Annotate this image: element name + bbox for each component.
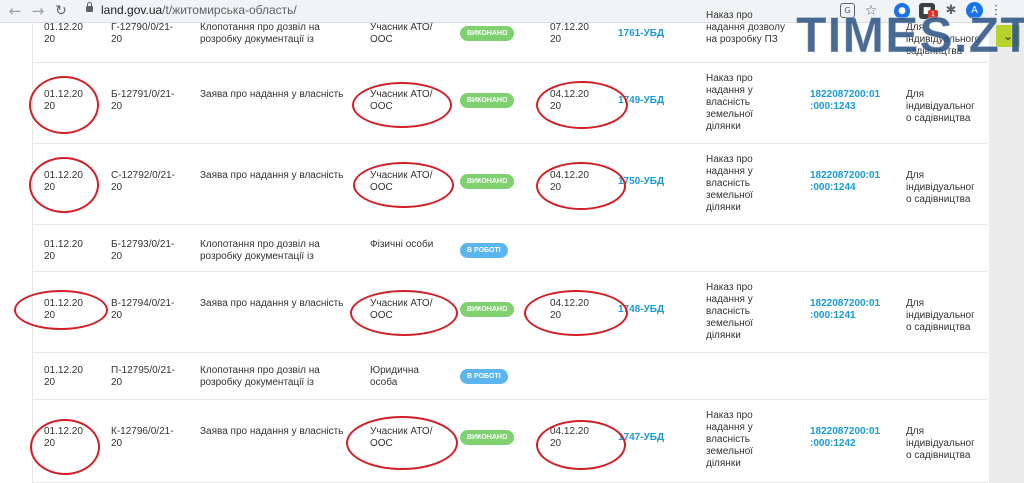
decision-text: Наказ про надання у власність земельної … [706, 154, 754, 213]
application-type: Заява про надання у власність [200, 89, 344, 100]
application-number: В-12794/0/21- 20 [111, 298, 175, 321]
application-number: С-12792/0/21- 20 [111, 170, 175, 193]
application-date: 01.12.20 20 [44, 22, 83, 45]
application-type: Заява про надання у власність [200, 170, 344, 181]
applicant-category: Учасник АТО/ ООС [370, 426, 433, 449]
applicant-category: Учасник АТО/ ООС [370, 22, 433, 45]
decision-text: Наказ про надання у власність земельної … [706, 282, 754, 341]
status-cell: ВИКОНАНО [460, 93, 515, 108]
cadastre-number[interactable]: 1822087200:01 :000:1244 [810, 170, 895, 194]
table-row: 01.12.20 20 Б-12791/0/21- 20 Заява про над… [33, 63, 988, 144]
status-cell: В РОБОТІ [460, 243, 508, 258]
applicant-category: Учасник АТО/ ООС [370, 170, 433, 193]
applicant-category: Фізичні особи [370, 239, 434, 250]
decision-text: Наказ про надання у власність земельної … [706, 410, 754, 469]
table-row: 01.12.20 20 В-12794/0/21- 20 Заява про над… [33, 272, 988, 353]
table-row: 01.12.20 20 С-12792/0/21- 20 Заява про над… [33, 144, 988, 225]
decision-date: 04.12.20 20 [550, 170, 589, 193]
document-number[interactable]: 1761-УБД [618, 28, 664, 40]
decision-date: 04.12.20 20 [550, 426, 589, 449]
application-number: Б-12793/0/21- 20 [111, 239, 175, 262]
land-purpose: Для індивідуальног о садівництва [906, 170, 975, 205]
application-date: 01.12.20 20 [44, 365, 83, 388]
decision-date: 07.12.20 20 [550, 22, 589, 45]
side-strip [989, 22, 1024, 483]
document-number[interactable]: 1749-УБД [618, 95, 664, 107]
status-badge: ВИКОНАНО [460, 93, 515, 108]
application-date: 01.12.20 20 [44, 426, 83, 449]
decision-date: 04.12.20 20 [550, 89, 589, 112]
status-badge: В РОБОТІ [460, 243, 508, 258]
application-number: П-12795/0/21- 20 [111, 365, 175, 388]
land-purpose: Для індивідуальног о садівництва [906, 298, 975, 333]
watermark-logo: TIMES.ZT [796, 7, 1024, 64]
application-type: Заява про надання у власність [200, 298, 344, 309]
application-date: 01.12.20 20 [44, 89, 83, 112]
status-cell: ВИКОНАНО [460, 174, 515, 189]
application-type: Заява про надання у власність [200, 426, 344, 437]
status-badge: ВИКОНАНО [460, 430, 515, 445]
decision-text: Наказ про надання дозволу на розробку ПЗ [706, 10, 785, 45]
application-number: К-12796/0/21- 20 [111, 426, 174, 449]
cadastre-number[interactable]: 1822087200:01 :000:1243 [810, 89, 895, 113]
status-cell: ВИКОНАНО [460, 26, 515, 41]
document-number[interactable]: 1747-УБД [618, 432, 664, 444]
table-row: 01.12.20 20 П-12795/0/21- 20 Клопотання пр… [33, 353, 988, 400]
application-date: 01.12.20 20 [44, 170, 83, 193]
decision-date: 04.12.20 20 [550, 298, 589, 321]
application-type: Клопотання про дозвіл на розробку докуме… [200, 239, 320, 262]
application-type: Клопотання про дозвіл на розробку докуме… [200, 22, 320, 45]
cadastre-number[interactable]: 1822087200:01 :000:1241 [810, 298, 895, 322]
land-purpose: Для індивідуальног о садівництва [906, 89, 975, 124]
status-cell: В РОБОТІ [460, 369, 508, 384]
status-badge: В РОБОТІ [460, 369, 508, 384]
application-date: 01.12.20 20 [44, 239, 83, 262]
table-row: 01.12.20 20 Б-12793/0/21- 20 Клопотання пр… [33, 225, 988, 272]
application-number: Г-12790/0/21- 20 [111, 22, 174, 45]
status-cell: ВИКОНАНО [460, 430, 515, 445]
cadastre-number[interactable]: 1822087200:01 :000:1242 [810, 426, 895, 450]
document-number[interactable]: 1750-УБД [618, 176, 664, 188]
decision-text: Наказ про надання у власність земельної … [706, 73, 754, 132]
document-number[interactable]: 1748-УБД [618, 304, 664, 316]
applicant-category: Юридична особа [370, 365, 419, 388]
table-row: 01.12.20 20 К-12796/0/21- 20 Заява про над… [33, 400, 988, 483]
status-badge: ВИКОНАНО [460, 26, 515, 41]
status-badge: ВИКОНАНО [460, 302, 515, 317]
applications-table: 01.12.20 20 Г-12790/0/21- 20 Клопотання пр… [0, 0, 989, 483]
application-number: Б-12791/0/21- 20 [111, 89, 175, 112]
applicant-category: Учасник АТО/ ООС [370, 89, 433, 112]
land-purpose: Для індивідуальног о садівництва [906, 426, 975, 461]
applicant-category: Учасник АТО/ ООС [370, 298, 433, 321]
application-type: Клопотання про дозвіл на розробку докуме… [200, 365, 320, 388]
status-badge: ВИКОНАНО [460, 174, 515, 189]
status-cell: ВИКОНАНО [460, 302, 515, 317]
application-date: 01.12.20 20 [44, 298, 83, 321]
